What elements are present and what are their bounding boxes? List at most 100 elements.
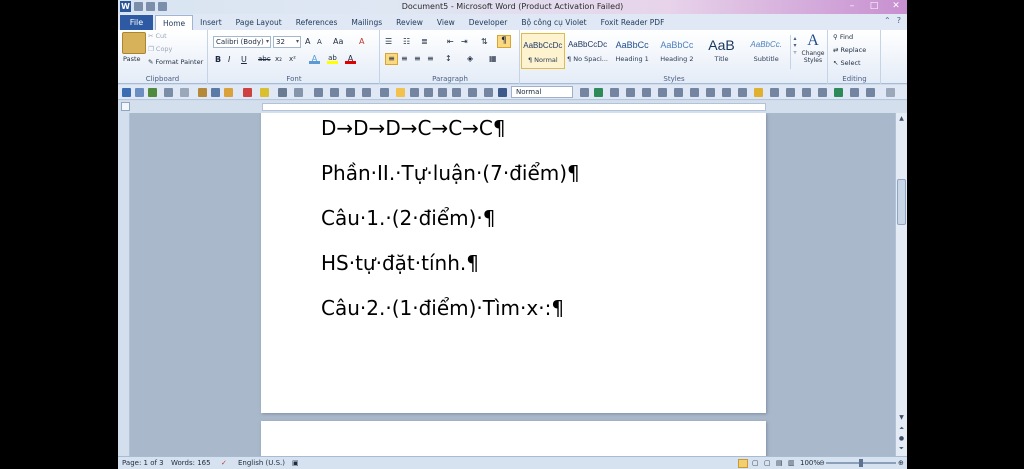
zoom-level[interactable]: 100% [800, 459, 820, 467]
multilevel-list-icon[interactable]: ≣ [421, 37, 428, 46]
equation-icon[interactable] [610, 88, 619, 97]
paragraph[interactable]: HS·tự·đặt·tính.¶ [321, 251, 479, 275]
highlight-icon[interactable]: ab [327, 54, 338, 64]
border-icon[interactable] [484, 88, 493, 97]
show-formatting-icon[interactable]: ¶ [497, 35, 511, 48]
proofing-icon[interactable]: ✓ [221, 459, 227, 467]
replace-button[interactable]: ⇄ Replace [833, 46, 866, 54]
margins-icon[interactable] [802, 88, 811, 97]
tab-insert[interactable]: Insert [193, 15, 229, 30]
highlight-small-icon[interactable] [260, 88, 269, 97]
chart-icon[interactable] [452, 88, 461, 97]
font-size-combo[interactable]: 32 ▾ [273, 36, 301, 48]
tab-file[interactable]: File [120, 15, 153, 30]
tab-developer[interactable]: Developer [462, 15, 515, 30]
vertical-scrollbar[interactable]: ▲ ▼ ⏶ ● ⏷ [895, 113, 907, 456]
textbox-icon[interactable] [706, 88, 715, 97]
outline-icon[interactable]: ▤ [776, 459, 783, 467]
orientation-icon[interactable] [786, 88, 795, 97]
bold-button[interactable]: B [215, 55, 221, 64]
page[interactable]: D→D→D→C→C→C¶ Phần·II.·Tự·luận·(7·điểm)¶ … [261, 113, 766, 413]
columns-icon[interactable] [468, 88, 477, 97]
header-icon[interactable] [658, 88, 667, 97]
styles-scroll-icon[interactable]: ▴ ▾ ▿ [790, 35, 799, 69]
format-painter-icon[interactable] [224, 88, 233, 97]
copy-button[interactable]: ❐ Copy [148, 45, 172, 53]
font-color-small-icon[interactable] [243, 88, 252, 97]
style-heading-2[interactable]: AaBbCc Heading 2 [655, 33, 699, 69]
grow-small-icon[interactable] [580, 88, 589, 97]
decrease-indent-icon[interactable]: ⇤ [447, 37, 454, 46]
next-page-icon[interactable]: ⏷ [896, 444, 907, 454]
redo-icon[interactable] [180, 88, 189, 97]
paragraph[interactable]: Câu·1.·(2·điểm)·¶ [321, 206, 496, 230]
shrink-font-button[interactable]: A [317, 38, 322, 46]
browse-object-icon[interactable]: ● [896, 434, 907, 444]
tab-page-layout[interactable]: Page Layout [229, 15, 289, 30]
print-layout-icon[interactable] [738, 459, 748, 468]
web-layout-icon[interactable]: ▢ [764, 459, 771, 467]
text-effects-small-icon[interactable] [278, 88, 287, 97]
tab-violet[interactable]: Bộ công cụ Violet [514, 15, 593, 30]
ribbon-minimize-icon[interactable]: ⌃ [884, 16, 891, 25]
tab-foxit[interactable]: Foxit Reader PDF [594, 15, 672, 30]
macro-icon[interactable] [834, 88, 843, 97]
sort-icon[interactable]: ⇅ [481, 37, 488, 46]
borders-icon[interactable]: ▦ [489, 54, 497, 63]
shapes-icon[interactable] [438, 88, 447, 97]
sort-small-icon[interactable] [626, 88, 635, 97]
tab-references[interactable]: References [289, 15, 345, 30]
vertical-ruler[interactable] [118, 113, 130, 456]
increase-indent-icon[interactable]: ⇥ [461, 37, 468, 46]
page[interactable] [261, 421, 766, 456]
wordart-icon[interactable] [722, 88, 731, 97]
paragraph[interactable]: Câu·2.·(1·điểm)·Tìm·x·:¶ [321, 296, 564, 320]
previous-page-icon[interactable]: ⏶ [896, 424, 907, 434]
shading-icon[interactable]: ◈ [467, 54, 473, 63]
subscript-button[interactable]: x₂ [275, 55, 282, 63]
scroll-down-icon[interactable]: ▼ [896, 413, 907, 423]
clear-small-icon[interactable] [294, 88, 303, 97]
clear-formatting-button[interactable]: A [359, 37, 364, 46]
paragraph[interactable]: Phần·II.·Tự·luận·(7·điểm)¶ [321, 161, 580, 185]
help-icon[interactable]: ? [897, 16, 901, 25]
style-dropdown[interactable]: Normal [511, 86, 573, 98]
macro-record-icon[interactable]: ▣ [292, 459, 299, 467]
tab-mailings[interactable]: Mailings [344, 15, 389, 30]
tab-home[interactable]: Home [155, 15, 194, 30]
paragraph[interactable]: D→D→D→C→C→C¶ [321, 116, 506, 140]
list-small-icon[interactable] [362, 88, 371, 97]
italic-button[interactable]: I [228, 55, 230, 64]
draft-icon[interactable]: ▥ [788, 459, 795, 467]
bullets-small-icon[interactable] [314, 88, 323, 97]
change-case-button[interactable]: Aa [333, 37, 343, 46]
new-icon[interactable] [198, 88, 207, 97]
paste-icon[interactable] [122, 32, 146, 54]
folder-icon[interactable] [754, 88, 763, 97]
footer-icon[interactable] [674, 88, 683, 97]
undo-icon[interactable] [164, 88, 173, 97]
more-commands-icon[interactable] [886, 88, 895, 97]
picture-icon[interactable] [424, 88, 433, 97]
page-setup-icon[interactable] [770, 88, 779, 97]
links-icon[interactable] [642, 88, 651, 97]
zoom-out-icon[interactable]: ⊖ [819, 459, 825, 467]
page-number-icon[interactable] [690, 88, 699, 97]
tab-selector-icon[interactable] [121, 102, 130, 111]
strikethrough-button[interactable]: abc [258, 55, 271, 63]
word-count[interactable]: Words: 165 [171, 459, 211, 467]
justify-icon[interactable]: ≡ [427, 54, 434, 63]
ruler-scale[interactable] [262, 103, 766, 111]
change-styles-button[interactable]: A Change Styles [800, 32, 826, 72]
align-right-icon[interactable]: ≡ [414, 54, 421, 63]
align-left-small-icon[interactable] [396, 88, 405, 97]
grow-font-button[interactable]: A [305, 37, 310, 46]
tab-review[interactable]: Review [389, 15, 430, 30]
table-icon[interactable] [410, 88, 419, 97]
font-family-combo[interactable]: Calibri (Body) ▾ [213, 36, 271, 48]
zoom-slider-knob[interactable] [859, 459, 863, 467]
language-indicator[interactable]: English (U.S.) [238, 459, 285, 467]
align-left-icon[interactable]: ≡ [385, 53, 398, 65]
open-icon[interactable] [211, 88, 220, 97]
print-icon[interactable] [135, 88, 144, 97]
